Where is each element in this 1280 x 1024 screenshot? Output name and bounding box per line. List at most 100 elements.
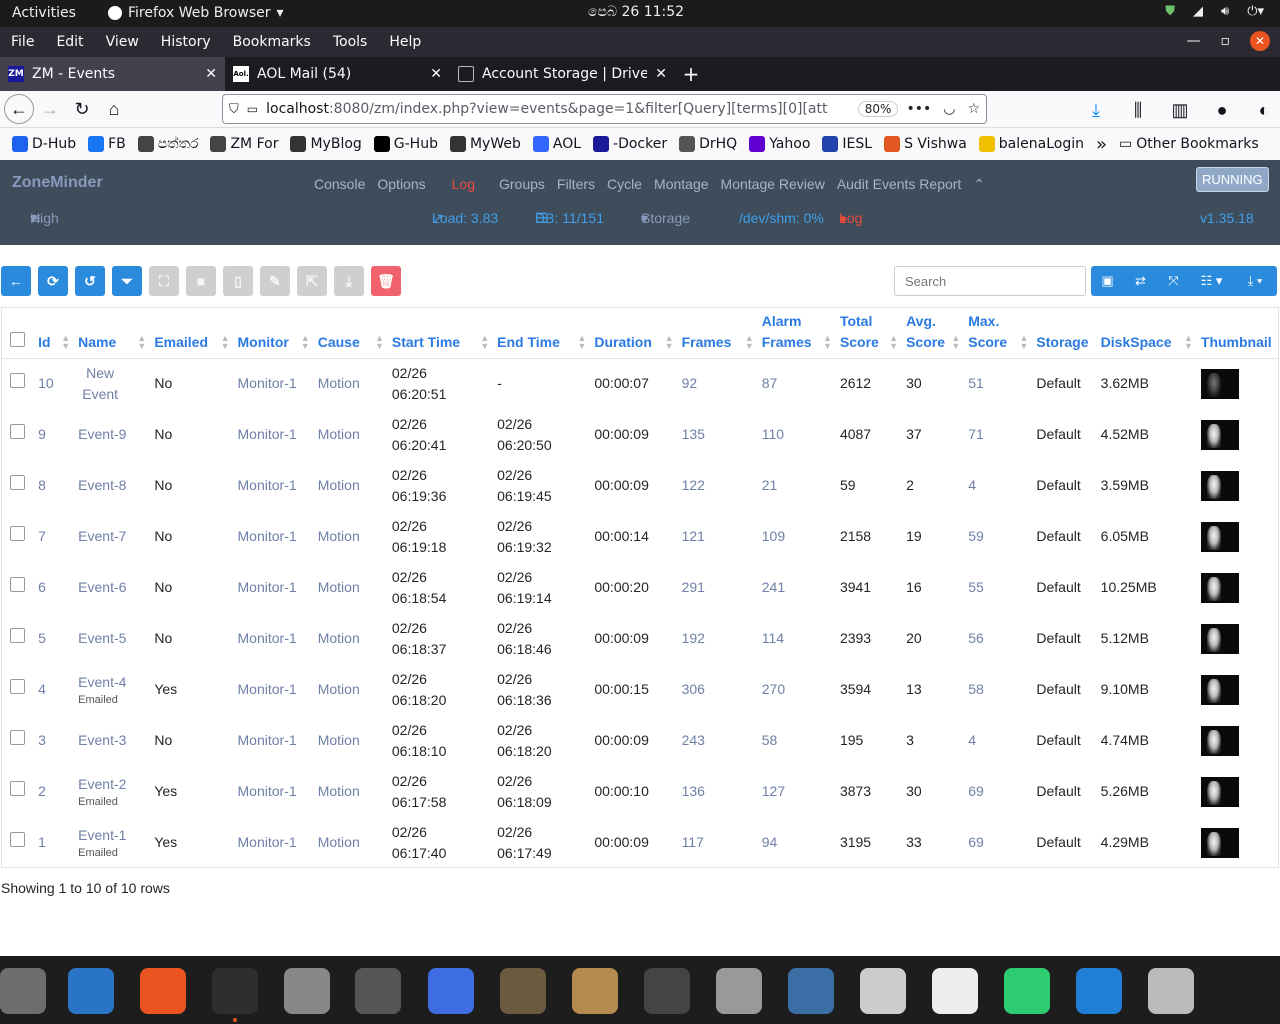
max-score-link[interactable]: 56: [968, 630, 984, 646]
column-header-start-time[interactable]: Start Time ▲ ▼: [385, 308, 492, 359]
monitor-link[interactable]: Monitor-1: [238, 477, 297, 493]
edit-button[interactable]: ✎: [260, 266, 290, 296]
alarm-frames-link[interactable]: 114: [762, 630, 784, 646]
bookmark-item[interactable]: DrHQ: [673, 136, 743, 152]
nav-options[interactable]: Options: [371, 176, 431, 193]
app-menu[interactable]: Firefox Web Browser ▾: [108, 5, 284, 21]
system-tray[interactable]: ⛊ ◢ 🔊︎ ⏻▾: [1165, 4, 1264, 19]
downloads-icon[interactable]: ⤓: [1080, 94, 1112, 126]
bookmark-item[interactable]: MyWeb: [444, 136, 527, 152]
fullscreen-button[interactable]: ⤧: [1157, 266, 1190, 296]
vscode-icon[interactable]: [1076, 968, 1122, 1014]
pagination-toggle-button[interactable]: ▣: [1091, 266, 1124, 296]
bookmarks-overflow-chevron-icon[interactable]: »: [1090, 134, 1113, 155]
column-header-monitor[interactable]: Monitor ▲ ▼: [231, 308, 312, 359]
cause-link[interactable]: Motion: [318, 528, 360, 544]
back-button[interactable]: ←: [1, 266, 31, 296]
event-id-link[interactable]: 7: [38, 528, 46, 544]
bookmark-item[interactable]: ZM For: [204, 136, 284, 152]
column-header-score[interactable]: Max. Score ▲ ▼: [962, 308, 1031, 359]
dictionary-icon[interactable]: [860, 968, 906, 1014]
network-icon[interactable]: ◢: [1193, 4, 1203, 19]
tab-aol-mail[interactable]: Aol. AOL Mail (54) ✕: [225, 57, 450, 91]
users-icon[interactable]: [284, 968, 330, 1014]
nav-filters[interactable]: Filters: [551, 176, 601, 193]
event-name-link[interactable]: Event-2: [78, 774, 142, 795]
max-score-link[interactable]: 59: [968, 528, 984, 544]
row-checkbox[interactable]: [10, 679, 25, 694]
cause-link[interactable]: Motion: [318, 732, 360, 748]
column-header-thumbnail[interactable]: Thumbnail: [1194, 308, 1278, 359]
auto-refresh-button[interactable]: ⇄: [1124, 266, 1157, 296]
frames-link[interactable]: 117: [682, 834, 704, 850]
event-thumbnail[interactable]: [1200, 470, 1239, 501]
collapse-chevron-up-icon[interactable]: ⌃: [967, 176, 991, 193]
nav-montage-review[interactable]: Montage Review: [715, 176, 831, 193]
column-header-name[interactable]: Name ▲ ▼: [72, 308, 149, 359]
app-grid-icon[interactable]: [1220, 968, 1266, 1014]
alarm-frames-link[interactable]: 241: [762, 579, 785, 595]
max-score-link[interactable]: 58: [968, 681, 984, 697]
columns-dropdown-button[interactable]: ☷ ▾: [1190, 266, 1233, 296]
screenshot-icon[interactable]: [428, 968, 474, 1014]
volume-icon[interactable]: 🔊︎: [1221, 4, 1229, 19]
gimp-icon[interactable]: [500, 968, 546, 1014]
row-checkbox[interactable]: [10, 628, 25, 643]
search-input[interactable]: [894, 266, 1086, 296]
monitor-link[interactable]: Monitor-1: [238, 630, 297, 646]
url-text[interactable]: localhost:8080/zm/index.php?view=events&…: [266, 101, 850, 117]
cause-link[interactable]: Motion: [318, 477, 360, 493]
extensions-icon[interactable]: ◐: [1248, 94, 1280, 126]
column-header-frames[interactable]: Alarm Frames ▲ ▼: [755, 308, 834, 359]
clock[interactable]: පෙබ 26 11:52: [588, 4, 684, 20]
cause-link[interactable]: Motion: [318, 834, 360, 850]
bookmark-item[interactable]: පත්තර: [132, 136, 205, 152]
row-checkbox[interactable]: [10, 475, 25, 490]
archive-button[interactable]: ■: [186, 266, 216, 296]
bookmark-star-icon[interactable]: ☆: [967, 101, 980, 117]
row-checkbox[interactable]: [10, 424, 25, 439]
sidebar-icon[interactable]: ▥: [1164, 94, 1196, 126]
column-header-duration[interactable]: Duration ▲ ▼: [588, 308, 676, 359]
monitor-link[interactable]: Monitor-1: [238, 579, 297, 595]
column-header-cause[interactable]: Cause ▲ ▼: [311, 308, 386, 359]
event-id-link[interactable]: 2: [38, 783, 46, 799]
export-button[interactable]: ⇱: [297, 266, 327, 296]
event-id-link[interactable]: 1: [38, 834, 46, 850]
row-checkbox[interactable]: [10, 781, 25, 796]
event-id-link[interactable]: 3: [38, 732, 46, 748]
software-center-icon[interactable]: [140, 968, 186, 1014]
zm-brand[interactable]: ZoneMinder: [12, 174, 103, 192]
menu-edit[interactable]: Edit: [45, 34, 94, 50]
event-id-link[interactable]: 9: [38, 426, 46, 442]
event-id-link[interactable]: 8: [38, 477, 46, 493]
cause-link[interactable]: Motion: [318, 579, 360, 595]
alarm-frames-link[interactable]: 127: [762, 783, 785, 799]
nav-console[interactable]: Console: [308, 176, 371, 193]
alarm-frames-link[interactable]: 21: [762, 477, 778, 493]
refresh-button[interactable]: ⟳: [38, 266, 68, 296]
frames-link[interactable]: 136: [682, 783, 705, 799]
event-name-link[interactable]: Event-6: [78, 577, 142, 598]
nav-audit-events-report[interactable]: Audit Events Report: [831, 176, 968, 193]
forward-button[interactable]: →: [34, 93, 66, 125]
max-score-link[interactable]: 51: [968, 375, 984, 391]
app-store-icon[interactable]: [644, 968, 690, 1014]
monitor-link[interactable]: Monitor-1: [238, 528, 297, 544]
cause-link[interactable]: Motion: [318, 783, 360, 799]
event-thumbnail[interactable]: [1200, 521, 1239, 552]
event-name-link[interactable]: New Event: [78, 363, 122, 405]
bookmark-item[interactable]: Yahoo: [743, 136, 816, 152]
nav-cycle[interactable]: Cycle: [601, 176, 648, 193]
event-id-link[interactable]: 10: [38, 375, 54, 391]
bookmark-item[interactable]: G-Hub: [368, 136, 444, 152]
monitor-link[interactable]: Monitor-1: [238, 375, 297, 391]
max-score-link[interactable]: 4: [968, 732, 976, 748]
cause-link[interactable]: Motion: [318, 630, 360, 646]
account-avatar[interactable]: ●: [1206, 94, 1238, 126]
storage-dropdown[interactable]: ▪ Storage ▾: [641, 210, 690, 227]
alarm-frames-link[interactable]: 270: [762, 681, 785, 697]
other-bookmarks[interactable]: ▭ Other Bookmarks: [1113, 136, 1265, 152]
unarchive-button[interactable]: ▯: [223, 266, 253, 296]
cause-link[interactable]: Motion: [318, 426, 360, 442]
